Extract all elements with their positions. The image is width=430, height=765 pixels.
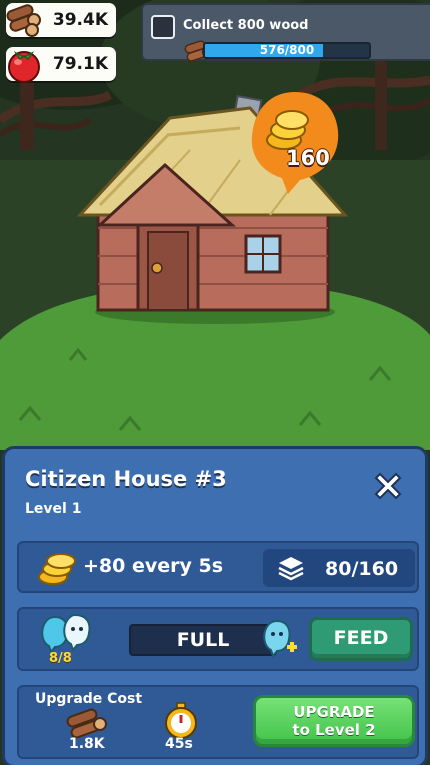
food-amount: 79.1K [52,54,108,74]
close-icon[interactable] [371,469,405,503]
upgrade-button-line2: to Level 2 [292,721,376,739]
quest-panel[interactable]: Collect 800 wood 576/800 [141,3,430,62]
income-rate: +80 every 5s [83,555,224,577]
food-counter: 79.1K [6,47,116,83]
wood-counter: 39.4K [6,3,116,37]
time-cost: 45s [165,736,193,752]
upgrade-button-line1: UPGRADE [293,703,375,721]
citizens-row: 8/8 FULL FEED [17,607,419,671]
citizen-count: 8/8 [49,651,72,666]
wood-cost: 1.8K [69,736,105,752]
citizens-icon [41,613,91,653]
tomato-icon [8,51,40,83]
quest-text: Collect 800 wood [183,18,309,33]
gold-coins-icon [38,553,76,585]
storage-capacity: 80/160 [263,549,415,587]
wood-logs-icon [6,4,41,37]
wood-amount: 39.4K [52,10,108,30]
layers-icon [278,557,304,581]
building-level: Level 1 [25,501,82,517]
quest-progress-bar: 576/800 [203,42,371,59]
upgrade-row: Upgrade Cost 1.8K 45s UPGRADE to Level 2 [17,685,419,759]
building-title: Citizen House #3 [25,467,227,491]
quest-checkbox[interactable] [151,15,175,39]
upgrade-button[interactable]: UPGRADE to Level 2 [253,695,415,747]
capacity-value: 80/160 [325,558,399,580]
citizen-add-icon [263,619,297,659]
food-status-bar: FULL [129,624,277,656]
building-info-panel: Citizen House #3 Level 1 +80 every 5s 80… [2,446,428,765]
production-row: +80 every 5s 80/160 [17,541,419,593]
feed-button[interactable]: FEED [309,617,413,661]
stopwatch-icon [165,702,197,739]
coin-collect-bubble[interactable]: 160 [248,88,342,196]
coin-amount: 160 [286,146,330,170]
quest-progress-text: 576/800 [259,43,315,57]
upgrade-cost-label: Upgrade Cost [35,691,143,707]
